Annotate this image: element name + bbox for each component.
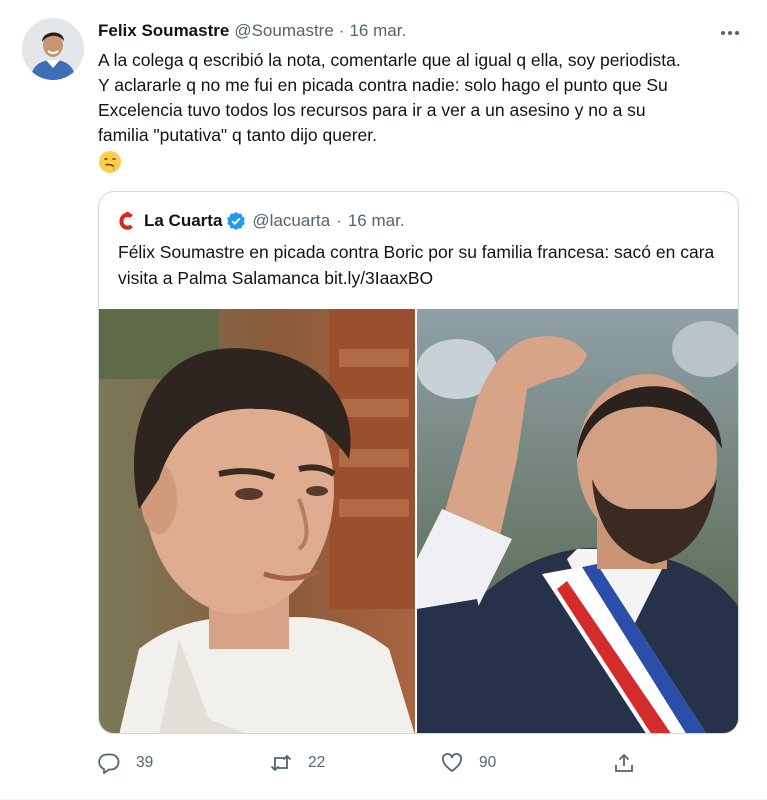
like-button[interactable]: 90: [441, 748, 496, 778]
like-count: 90: [479, 754, 497, 771]
author-name[interactable]: Felix Soumastre: [98, 21, 229, 41]
author-handle[interactable]: @Soumastre: [234, 21, 333, 41]
quoted-tweet-text: Félix Soumastre en picada contra Boric p…: [118, 242, 715, 288]
header-separator: ·: [338, 21, 345, 40]
retweet-count: 22: [308, 754, 326, 771]
quoted-author-name[interactable]: La Cuarta: [144, 211, 222, 231]
la-cuarta-logo-icon: [118, 211, 136, 231]
reply-icon: [98, 752, 120, 774]
media-photo-right[interactable]: [417, 309, 738, 733]
drooling-face-emoji: [98, 150, 124, 176]
avatar[interactable]: [22, 18, 84, 80]
quoted-author-handle[interactable]: @lacuarta: [252, 211, 330, 231]
retweet-button[interactable]: 22: [270, 748, 325, 778]
verified-badge-icon: [226, 211, 246, 231]
more-options-icon[interactable]: [712, 20, 748, 46]
heart-icon: [441, 752, 463, 774]
quoted-separator: ·: [336, 211, 342, 230]
quoted-media: [99, 309, 738, 733]
retweet-icon: [270, 752, 292, 774]
media-photo-left[interactable]: [99, 309, 415, 733]
reply-count: 39: [136, 754, 154, 771]
tweet-timestamp[interactable]: 16 mar.: [349, 21, 406, 41]
tweet-text: A la colega q escribió la nota, comentar…: [98, 50, 681, 145]
tweet-actions: 39 22 90: [98, 748, 658, 778]
tweet-header: Felix Soumastre @Soumastre · 16 mar.: [98, 21, 406, 43]
tweet: Felix Soumastre @Soumastre · 16 mar. A l…: [0, 0, 767, 800]
reply-button[interactable]: 39: [98, 748, 153, 778]
share-icon: [613, 752, 635, 774]
share-button[interactable]: [613, 748, 651, 778]
quoted-timestamp[interactable]: 16 mar.: [348, 211, 405, 231]
quoted-tweet-header: La Cuarta @lacuarta · 16 mar.: [118, 210, 405, 232]
quoted-tweet[interactable]: La Cuarta @lacuarta · 16 mar. Félix Soum…: [98, 191, 739, 734]
